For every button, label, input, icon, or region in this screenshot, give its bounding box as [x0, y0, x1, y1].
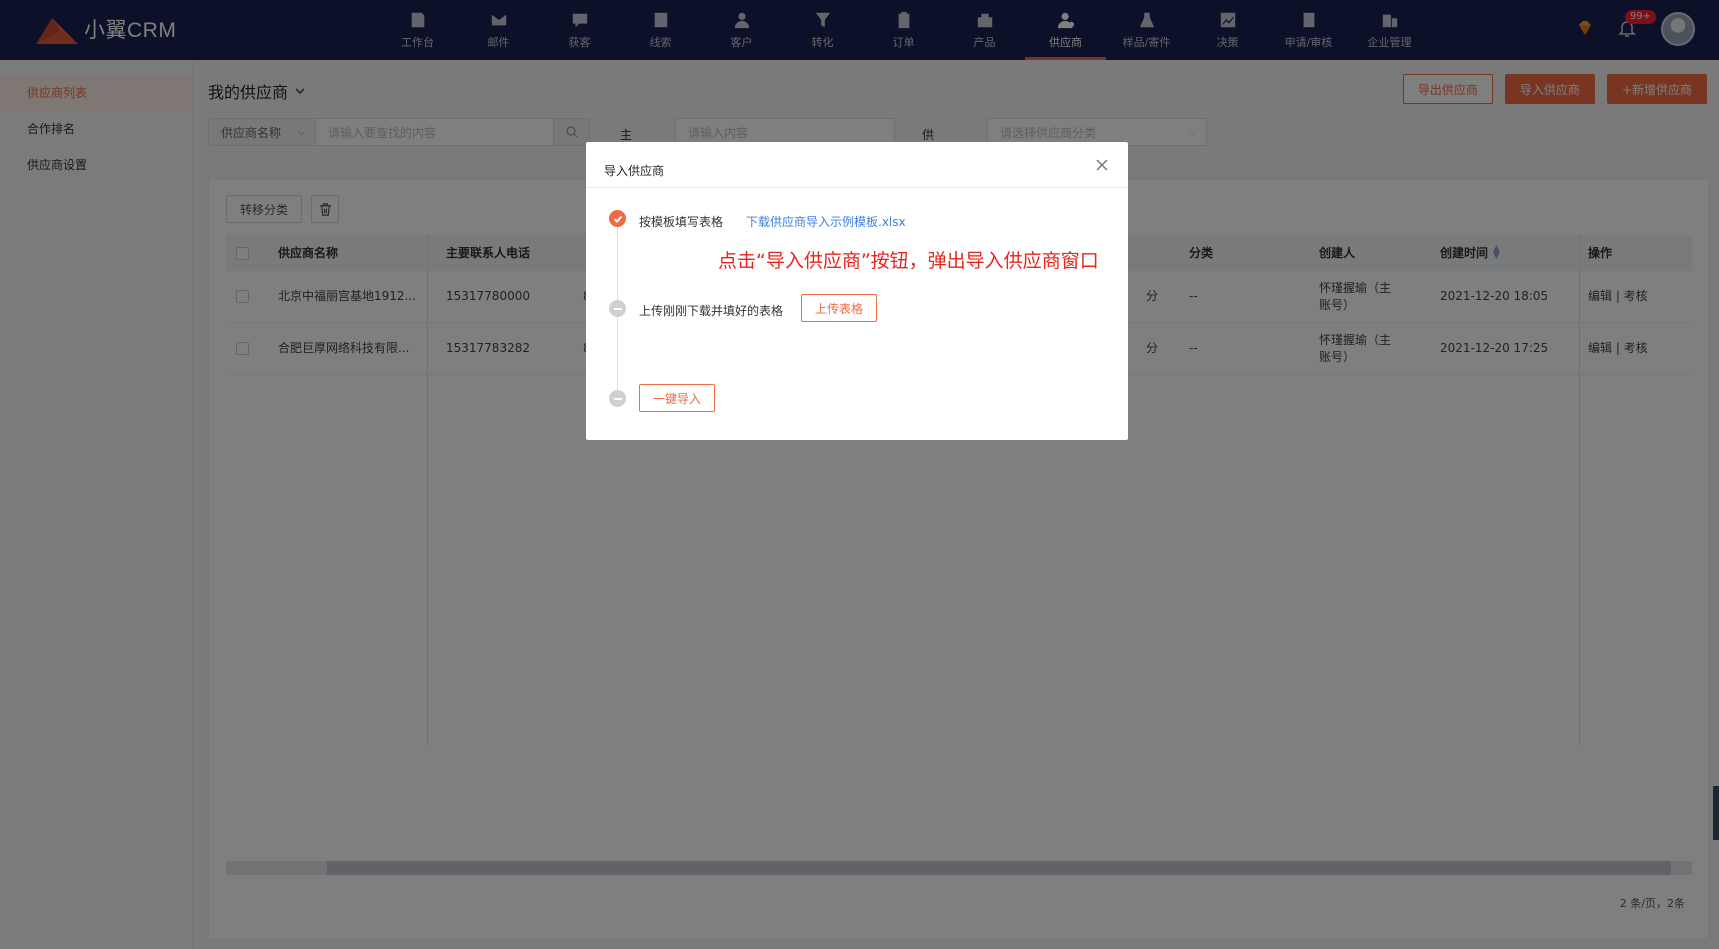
check-icon — [613, 215, 622, 223]
import-supplier-dialog: 导入供应商 按模板填写表格 下载供应商导入示例模板.xlsx 点击“导入供应商”… — [586, 142, 1128, 440]
step-done-icon — [609, 210, 626, 227]
download-template-link[interactable]: 下载供应商导入示例模板.xlsx — [746, 213, 906, 230]
one-click-import-button[interactable]: 一键导入 — [639, 384, 715, 412]
step-pending-icon — [609, 390, 626, 407]
close-icon — [1096, 159, 1108, 171]
instruction-annotation: 点击“导入供应商”按钮，弹出导入供应商窗口 — [718, 250, 1099, 272]
step-pending-icon — [609, 300, 626, 317]
dialog-title: 导入供应商 — [604, 164, 665, 178]
dialog-divider — [586, 187, 1128, 188]
close-button[interactable] — [1096, 159, 1110, 173]
upload-spreadsheet-button[interactable]: 上传表格 — [801, 294, 877, 322]
step-2-text: 上传刚刚下载并填好的表格 — [639, 304, 784, 318]
step-1-text: 按模板填写表格 — [639, 215, 724, 229]
